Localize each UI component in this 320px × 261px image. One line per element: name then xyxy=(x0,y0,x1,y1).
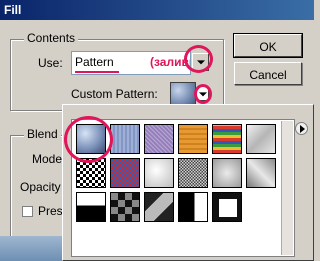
pattern-swatch-white-lumps[interactable] xyxy=(144,158,174,188)
use-value-underline xyxy=(75,71,119,73)
use-select[interactable]: Pattern (заливка) xyxy=(71,51,191,75)
pattern-picker-popup xyxy=(62,104,314,261)
mode-label: Mode xyxy=(32,152,63,166)
preserve-transparency-checkbox[interactable] xyxy=(22,206,33,217)
title-bar[interactable]: Fill xyxy=(0,0,314,20)
chevron-down-icon xyxy=(196,60,205,65)
pattern-swatch-grey-marble[interactable] xyxy=(246,158,276,188)
picker-menu-arrow-icon[interactable] xyxy=(295,122,308,135)
blending-group-label: Blend xyxy=(24,127,61,141)
pattern-swatch-tie-dye-rainbow[interactable] xyxy=(212,124,242,154)
pattern-swatch-checker-bw-small[interactable] xyxy=(76,158,106,188)
chevron-down-icon xyxy=(199,92,207,97)
pattern-swatch-orange-wood[interactable] xyxy=(178,124,208,154)
preserve-label: Pres xyxy=(38,204,63,218)
pattern-swatch-blue-weave[interactable] xyxy=(110,124,140,154)
cancel-button-label: Cancel xyxy=(249,68,287,82)
pattern-grid xyxy=(71,119,295,257)
use-value: Pattern xyxy=(75,55,114,69)
pattern-swatch-grey-wrinkled-paper[interactable] xyxy=(246,124,276,154)
cancel-button[interactable]: Cancel xyxy=(234,62,302,85)
use-label: Use: xyxy=(38,56,63,70)
pattern-swatch-rainbow-confetti[interactable] xyxy=(110,158,140,188)
pattern-swatch-black-grey-tiles[interactable] xyxy=(110,192,140,222)
pattern-swatch-black-white-split[interactable] xyxy=(76,192,106,222)
use-dropdown-button[interactable] xyxy=(192,53,209,71)
ok-button[interactable]: OK xyxy=(233,33,303,58)
contents-group-label: Contents xyxy=(24,31,79,45)
custom-pattern-dropdown-button[interactable] xyxy=(197,87,209,101)
ok-button-label: OK xyxy=(259,40,277,54)
opacity-label: Opacity xyxy=(20,180,61,194)
window-title: Fill xyxy=(4,3,22,17)
custom-pattern-label: Custom Pattern: xyxy=(71,87,158,101)
pattern-swatch-purple-fibers[interactable] xyxy=(144,124,174,154)
pattern-swatch-bubbles-blue[interactable] xyxy=(75,123,107,155)
pattern-swatch-white-black-frame[interactable] xyxy=(212,192,242,222)
pattern-swatch-black-step-block[interactable] xyxy=(178,192,208,222)
pattern-grid-scrollbar[interactable] xyxy=(281,121,293,255)
pattern-swatch-grey-noise[interactable] xyxy=(178,158,208,188)
pattern-swatch-dark-diagonal-blocks[interactable] xyxy=(144,192,174,222)
use-note: (заливка) xyxy=(150,55,190,69)
background-strip xyxy=(0,236,62,261)
pattern-swatch-grey-stucco[interactable] xyxy=(212,158,242,188)
